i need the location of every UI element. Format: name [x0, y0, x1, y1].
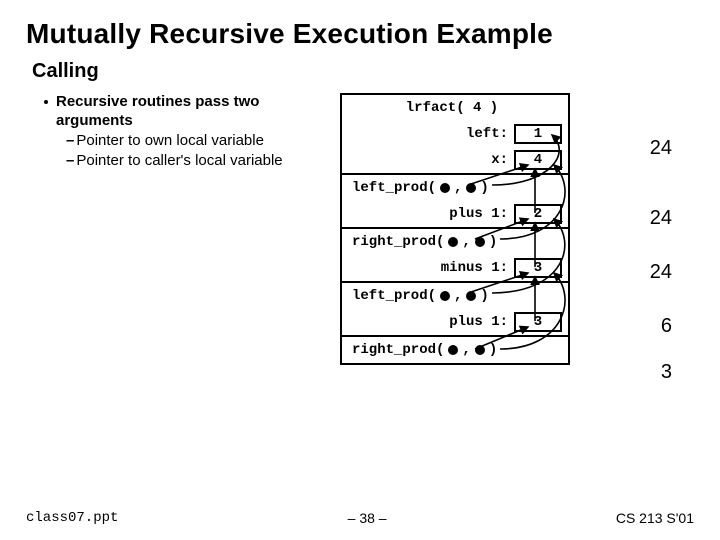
call-lrfact: lrfact( 4 ): [348, 100, 562, 116]
pointer-dot-icon: [440, 183, 450, 193]
label-plus2: plus 1:: [348, 314, 514, 330]
val-plus2: 3: [514, 312, 562, 332]
label-plus1: plus 1:: [348, 206, 514, 222]
result-2: 24: [650, 207, 672, 230]
pointer-dot-icon: [466, 183, 476, 193]
val-left: 1: [514, 124, 562, 144]
bullet-dot-icon: [44, 100, 48, 104]
call-left-prod-2: left_prod(,): [342, 283, 568, 309]
result-1: 24: [650, 137, 672, 160]
pointer-dot-icon: [475, 345, 485, 355]
footer-filename: class07.ppt: [26, 510, 118, 526]
section-heading: Calling: [32, 60, 694, 83]
bullet-list: Recursive routines pass two arguments –P…: [26, 93, 326, 171]
footer-course: CS 213 S'01: [616, 510, 694, 526]
label-left: left:: [348, 126, 514, 142]
pointer-dot-icon: [448, 237, 458, 247]
sub-bullet-2: –Pointer to caller's local variable: [66, 151, 326, 171]
stack-diagram: lrfact( 4 ) left:1 x:4 left_prod(,) plus…: [340, 93, 690, 365]
call-right-prod-2: right_prod(,): [342, 337, 568, 363]
bullet-text: Recursive routines pass two arguments: [56, 93, 326, 131]
pointer-dot-icon: [440, 291, 450, 301]
result-3: 24: [650, 261, 672, 284]
pointer-dot-icon: [475, 237, 485, 247]
slide-title: Mutually Recursive Execution Example: [26, 18, 694, 50]
result-4: 6: [661, 315, 672, 338]
val-x: 4: [514, 150, 562, 170]
val-minus1: 3: [514, 258, 562, 278]
val-plus1: 2: [514, 204, 562, 224]
label-x: x:: [348, 152, 514, 168]
call-right-prod-1: right_prod(,): [342, 229, 568, 255]
pointer-dot-icon: [448, 345, 458, 355]
footer-page: – 38 –: [348, 510, 387, 526]
label-minus1: minus 1:: [348, 260, 514, 276]
result-5: 3: [661, 361, 672, 384]
pointer-dot-icon: [466, 291, 476, 301]
call-left-prod-1: left_prod(,): [342, 175, 568, 201]
sub-bullet-1: –Pointer to own local variable: [66, 131, 326, 151]
